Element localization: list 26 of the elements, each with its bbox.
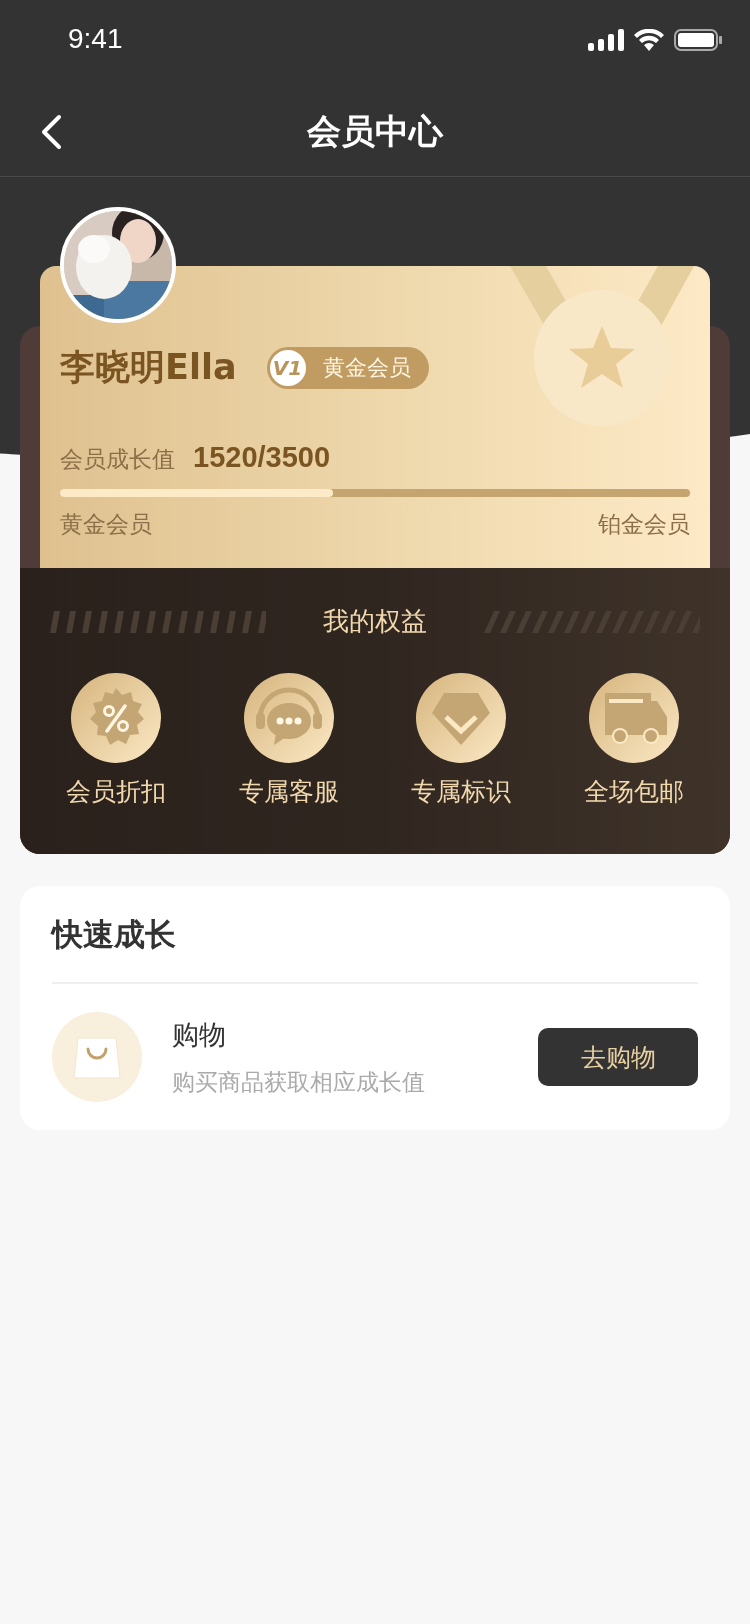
growth-label: 会员成长值 (60, 445, 175, 474)
wifi-icon (634, 29, 664, 51)
truck-icon[interactable] (588, 673, 679, 763)
benefit-label: 专属标识 (411, 776, 512, 808)
discount-icon[interactable] (71, 673, 162, 763)
level-mark: V1 (267, 347, 308, 388)
section-title: 快速成长 (52, 886, 698, 984)
headset-icon[interactable] (243, 673, 334, 763)
status-time: 9:41 (68, 23, 123, 55)
growth-value: 1520/3500 (193, 441, 331, 474)
benefit-label: 会员折扣 (66, 776, 167, 808)
page-title: 会员中心 (307, 110, 443, 153)
benefit-label: 全场包邮 (583, 776, 684, 808)
next-level: 铂金会员 (598, 510, 690, 539)
level-name: 黄金会员 (322, 353, 411, 382)
task-description: 购买商品获取相应成长值 (172, 1067, 426, 1097)
battery-icon (674, 29, 722, 51)
shopping-bag-icon (52, 1012, 142, 1102)
member-name: 李晓明Ella (60, 346, 237, 389)
back-icon[interactable] (40, 114, 62, 150)
benefit-label: 专属客服 (238, 776, 339, 808)
task-title: 购物 (172, 1017, 227, 1052)
benefits-title: 我的权益 (323, 605, 427, 638)
go-shopping-button[interactable]: 去购物 (538, 1028, 698, 1086)
signal-icon (588, 29, 624, 51)
current-level: 黄金会员 (60, 510, 152, 539)
